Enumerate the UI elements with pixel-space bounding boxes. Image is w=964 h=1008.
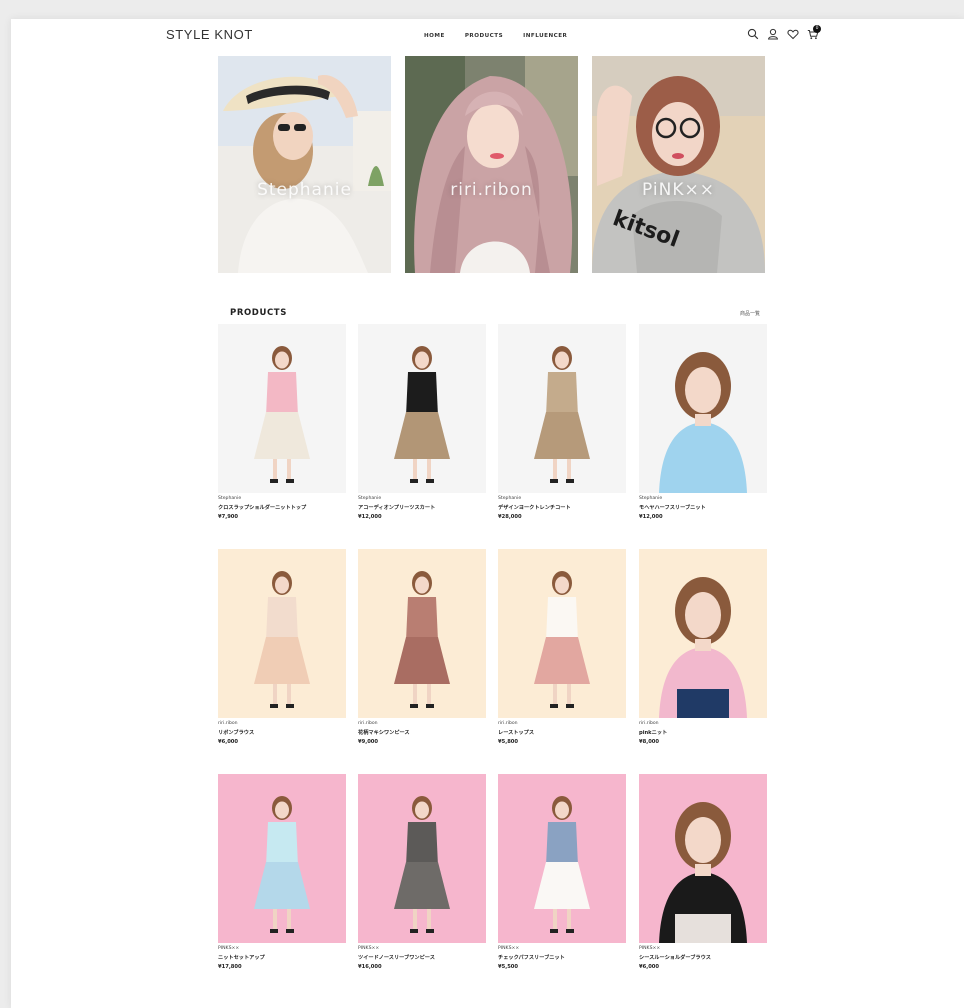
influencer-card-pink[interactable]: kitsol PiNK×× [592, 56, 765, 273]
cart-icon[interactable]: 0 [807, 25, 821, 40]
product-name[interactable]: リボンブラウス [218, 729, 254, 736]
product-brand: PINKS×× [498, 946, 520, 951]
product-brand: PINKS×× [218, 946, 240, 951]
heart-icon[interactable] [787, 28, 799, 40]
product-card[interactable]: PINKS×× シースルーショルダーブラウス ¥6,000 [639, 774, 767, 974]
product-price: ¥9,000 [358, 739, 379, 745]
product-image[interactable] [218, 774, 346, 943]
search-icon[interactable] [747, 28, 759, 40]
product-card[interactable]: riri.ribon レーストップス ¥5,800 [498, 549, 626, 749]
product-image[interactable] [639, 774, 767, 943]
product-price: ¥17,800 [218, 964, 242, 970]
product-price: ¥5,500 [498, 964, 519, 970]
product-price: ¥8,000 [639, 739, 660, 745]
product-image[interactable] [498, 549, 626, 718]
product-name[interactable]: レーストップス [498, 729, 534, 736]
product-name[interactable]: クロスラップショルダーニットトップ [218, 504, 306, 511]
influencer-name: Stephanie [257, 180, 352, 200]
product-price: ¥12,000 [358, 514, 382, 520]
site-header: STYLE KNOT HOME PRODUCTS INFLUENCER 0 [11, 19, 964, 51]
products-section-title: PRODUCTS [230, 308, 287, 318]
product-image[interactable] [498, 324, 626, 493]
product-brand: Stephanie [639, 496, 663, 501]
product-image[interactable] [639, 549, 767, 718]
header-icons: 0 [747, 25, 827, 40]
main-nav: HOME PRODUCTS INFLUENCER [424, 33, 567, 39]
influencer-name: riri.ribon [450, 180, 533, 200]
influencer-photo [405, 56, 578, 273]
influencer-photo [218, 56, 391, 273]
product-name[interactable]: デザインヨークトレンチコート [498, 504, 571, 511]
product-name[interactable]: ニットセットアップ [218, 954, 265, 961]
product-price: ¥6,000 [639, 964, 660, 970]
influencer-card-stephanie[interactable]: Stephanie [218, 56, 391, 273]
nav-influencer[interactable]: INFLUENCER [523, 33, 567, 39]
product-brand: riri.ribon [639, 721, 659, 726]
product-image[interactable] [639, 324, 767, 493]
product-name[interactable]: モヘヤハーフスリーブニット [639, 504, 706, 511]
nav-home[interactable]: HOME [424, 33, 445, 39]
influencer-photo: kitsol [592, 56, 765, 273]
cart-count-badge: 0 [813, 25, 821, 33]
influencer-name: PiNK×× [642, 180, 715, 200]
product-name[interactable]: 花柄マキシワンピース [358, 729, 410, 736]
page: STYLE KNOT HOME PRODUCTS INFLUENCER 0 St… [11, 19, 964, 1008]
product-card[interactable]: PINKS×× ニットセットアップ ¥17,800 [218, 774, 346, 974]
product-card[interactable]: riri.ribon リボンブラウス ¥6,000 [218, 549, 346, 749]
influencer-banners: Stephanie riri.ribon kitsol PiNK×× [218, 56, 766, 273]
product-image[interactable] [218, 324, 346, 493]
product-name[interactable]: チェックパフスリーブニット [498, 954, 565, 961]
product-name[interactable]: ツイードノースリーブワンピース [358, 954, 435, 961]
product-card[interactable]: Stephanie デザインヨークトレンチコート ¥28,000 [498, 324, 626, 524]
product-brand: riri.ribon [498, 721, 518, 726]
product-brand: Stephanie [358, 496, 382, 501]
product-price: ¥6,000 [218, 739, 239, 745]
product-name[interactable]: アコーディオンプリーツスカート [358, 504, 435, 511]
nav-products[interactable]: PRODUCTS [465, 33, 503, 39]
product-card[interactable]: Stephanie モヘヤハーフスリーブニット ¥12,000 [639, 324, 767, 524]
product-image[interactable] [498, 774, 626, 943]
product-image[interactable] [358, 549, 486, 718]
product-price: ¥7,900 [218, 514, 239, 520]
product-brand: riri.ribon [358, 721, 378, 726]
product-card[interactable]: Stephanie アコーディオンプリーツスカート ¥12,000 [358, 324, 486, 524]
product-brand: PINKS×× [358, 946, 380, 951]
product-image[interactable] [358, 324, 486, 493]
product-price: ¥5,800 [498, 739, 519, 745]
influencer-card-riri-ribon[interactable]: riri.ribon [405, 56, 578, 273]
product-card[interactable]: riri.ribon pinkニット ¥8,000 [639, 549, 767, 749]
product-price: ¥28,000 [498, 514, 522, 520]
product-image[interactable] [218, 549, 346, 718]
site-logo[interactable]: STYLE KNOT [166, 27, 253, 42]
product-card[interactable]: riri.ribon 花柄マキシワンピース ¥9,000 [358, 549, 486, 749]
product-card[interactable]: Stephanie クロスラップショルダーニットトップ ¥7,900 [218, 324, 346, 524]
product-price: ¥16,000 [358, 964, 382, 970]
product-name[interactable]: pinkニット [639, 729, 667, 736]
user-icon[interactable] [767, 28, 779, 40]
product-brand: Stephanie [218, 496, 242, 501]
product-card[interactable]: PINKS×× チェックパフスリーブニット ¥5,500 [498, 774, 626, 974]
product-card[interactable]: PINKS×× ツイードノースリーブワンピース ¥16,000 [358, 774, 486, 974]
product-price: ¥12,000 [639, 514, 663, 520]
see-all-products-link[interactable]: 商品一覧 [740, 310, 760, 317]
product-brand: PINKS×× [639, 946, 661, 951]
product-brand: Stephanie [498, 496, 522, 501]
product-name[interactable]: シースルーショルダーブラウス [639, 954, 711, 961]
product-brand: riri.ribon [218, 721, 238, 726]
product-image[interactable] [358, 774, 486, 943]
